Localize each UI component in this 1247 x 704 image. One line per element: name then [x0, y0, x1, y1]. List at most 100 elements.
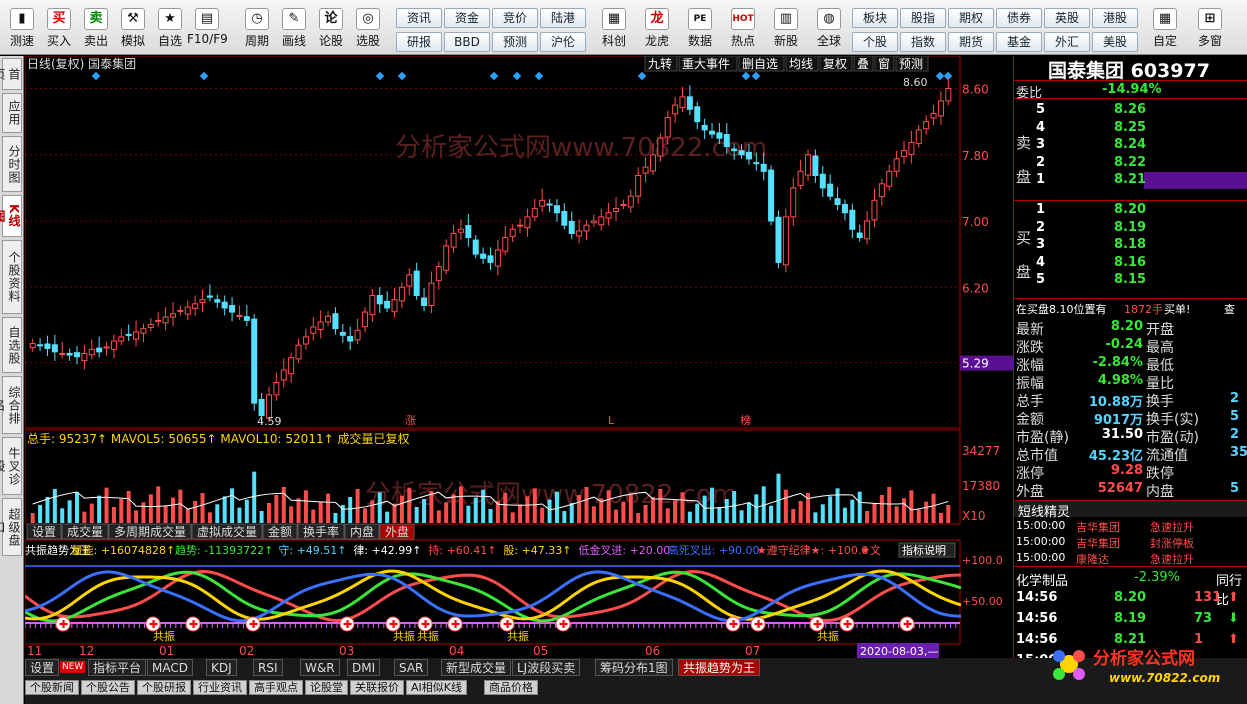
toolbar-button2-0[interactable]: ▦ 科创 — [594, 8, 634, 54]
side-tab-5[interactable]: 自选股 — [2, 317, 22, 373]
market-link-股指[interactable]: 股指 — [900, 8, 946, 28]
short-stock[interactable]: 康隆达 — [1076, 551, 1109, 567]
quick-link-竞价[interactable]: 竞价 — [492, 8, 538, 28]
volume-tab-2[interactable]: 多周期成交量 — [108, 523, 192, 540]
volume-tab-7[interactable]: 外盘 — [379, 523, 415, 540]
chart-header-button-1[interactable]: 重大事件 — [678, 56, 738, 72]
indicator-tab-5[interactable]: W&R — [300, 659, 340, 676]
volume-tab-3[interactable]: 虚拟成交量 — [191, 523, 263, 540]
toolbar-button-2[interactable]: 卖卖出 — [76, 8, 116, 54]
market-link-外汇[interactable]: 外汇 — [1044, 32, 1090, 52]
quick-link-资金[interactable]: 资金 — [444, 8, 490, 28]
toolbar-button3-0[interactable]: ▦ 自定 — [1145, 8, 1185, 54]
volume-tab-6[interactable]: 内盘 — [344, 523, 380, 540]
toolbar-button-8[interactable]: 论论股 — [311, 8, 351, 54]
chart-header-button-3[interactable]: 均线 — [785, 56, 819, 72]
side-tab-1[interactable]: 应用 — [2, 93, 22, 133]
side-tab-6[interactable]: 综合排名 — [0, 376, 22, 434]
market-link-美股[interactable]: 美股 — [1092, 32, 1138, 52]
toolbar-button-7[interactable]: ✎ 画线 — [274, 8, 314, 54]
market-link-英股[interactable]: 英股 — [1044, 8, 1090, 28]
toolbar-button3-1[interactable]: ⊞ 多窗 — [1190, 8, 1230, 54]
indicator-tab-10[interactable]: 筹码分布1图 — [595, 659, 673, 676]
indicator-tab-1[interactable]: 指标平台 — [88, 659, 147, 676]
buy-price[interactable]: 8.16 — [1114, 255, 1146, 270]
market-link-期权[interactable]: 期权 — [948, 8, 994, 28]
chart-header-button-4[interactable]: 复权 — [819, 56, 853, 72]
quick-link-研报[interactable]: 研报 — [396, 32, 442, 52]
buy-price[interactable]: 8.18 — [1114, 237, 1146, 252]
buy-price[interactable]: 8.20 — [1114, 202, 1146, 217]
indicator-tab-8[interactable]: 新型成交量 — [441, 659, 512, 676]
order-notice-link[interactable]: 查 — [1224, 301, 1235, 317]
chart-header-button-0[interactable]: 九转 — [644, 56, 678, 72]
kline-chart[interactable]: 日线(复权) 国泰集团 九转 重大事件 删自选 均线 复权叠窗预测 8.60 7.80 7.00… — [25, 56, 1035, 658]
sell-price[interactable]: 8.25 — [1114, 120, 1146, 135]
news-tab-2[interactable]: 个股研报 — [137, 680, 191, 695]
toolbar-button2-4[interactable]: ▥ 新股 — [766, 8, 806, 54]
quick-link-沪伦[interactable]: 沪伦 — [540, 32, 586, 52]
toolbar-button-1[interactable]: 买买入 — [39, 8, 79, 54]
toolbar-button2-3[interactable]: HOT 热点 — [723, 8, 763, 54]
side-tab-3[interactable]: K线图 — [0, 195, 22, 237]
news-tab-0[interactable]: 个股新闻 — [25, 680, 79, 695]
news-tab-1[interactable]: 个股公告 — [81, 680, 135, 695]
toolbar-button2-1[interactable]: 龙龙虎 — [637, 8, 677, 54]
toolbar-button-4[interactable]: ★ 自选 — [150, 8, 190, 54]
market-link-基金[interactable]: 基金 — [996, 32, 1042, 52]
buy-price[interactable]: 8.15 — [1114, 272, 1146, 287]
side-tab-7[interactable]: 牛叉诊股 — [0, 437, 22, 495]
side-tab-8[interactable]: 超级盘口 — [0, 498, 22, 556]
market-link-港股[interactable]: 港股 — [1092, 8, 1138, 28]
sell-price[interactable]: 8.26 — [1114, 102, 1146, 117]
indicator-help-button[interactable]: 指标说明 — [902, 543, 946, 557]
news-tab-8[interactable]: 商品价格 — [484, 680, 538, 695]
side-tab-0[interactable]: 首页 — [0, 58, 22, 90]
toolbar-button-3[interactable]: ⚒ 模拟 — [113, 8, 153, 54]
market-link-板块[interactable]: 板块 — [852, 8, 898, 28]
sell-price[interactable]: 8.24 — [1114, 137, 1146, 152]
quick-link-预测[interactable]: 预测 — [492, 32, 538, 52]
sector-name[interactable]: 化学制品 — [1016, 570, 1068, 589]
market-link-期货[interactable]: 期货 — [948, 32, 994, 52]
volume-tab-0[interactable]: 设置 — [26, 523, 62, 540]
short-stock[interactable]: 吉华集团 — [1076, 535, 1120, 551]
news-tab-6[interactable]: 关联报价 — [350, 680, 404, 695]
indicator-tab-3[interactable]: KDJ — [206, 659, 237, 676]
news-tab-7[interactable]: AI相似K线 — [406, 680, 467, 695]
buy-price[interactable]: 8.19 — [1114, 220, 1146, 235]
sell-price[interactable]: 8.22 — [1114, 155, 1146, 170]
short-stock[interactable]: 吉华集团 — [1076, 519, 1120, 535]
quick-link-资讯[interactable]: 资讯 — [396, 8, 442, 28]
indicator-tab-9[interactable]: LJ波段买卖 — [512, 659, 581, 676]
toolbar-button2-2[interactable]: PE 数据 — [680, 8, 720, 54]
news-tab-3[interactable]: 行业资讯 — [193, 680, 247, 695]
indicator-tab-6[interactable]: DMI — [347, 659, 381, 676]
volume-tab-1[interactable]: 成交量 — [61, 523, 109, 540]
volume-tab-4[interactable]: 金额 — [262, 523, 298, 540]
volume-tab-5[interactable]: 换手率 — [297, 523, 345, 540]
toolbar-button-0[interactable]: ▮ 测速 — [2, 8, 42, 54]
indicator-tab-7[interactable]: SAR — [394, 659, 429, 676]
chart-header-button-5[interactable]: 叠 — [853, 56, 874, 72]
indicator-tab-11[interactable]: 共振趋势为王 — [678, 659, 761, 676]
toolbar-button2-5[interactable]: ◍ 全球 — [809, 8, 849, 54]
market-link-债券[interactable]: 债券 — [996, 8, 1042, 28]
side-tab-2[interactable]: 分时图 — [2, 136, 22, 192]
quick-link-陆港[interactable]: 陆港 — [540, 8, 586, 28]
toolbar-button-9[interactable]: ◎ 选股 — [348, 8, 388, 54]
toolbar-button-5[interactable]: ▤ F10/F9 — [187, 8, 228, 54]
news-tab-5[interactable]: 论股堂 — [305, 680, 348, 695]
chart-header-button-7[interactable]: 预测 — [895, 56, 929, 72]
indicator-tab-0[interactable]: 设置 — [25, 659, 60, 676]
toolbar-button-6[interactable]: ◷ 周期 — [237, 8, 277, 54]
chart-area[interactable]: 日线(复权) 国泰集团 九转 重大事件 删自选 均线 复权叠窗预测 8.60 7.80 7.00… — [25, 56, 1035, 692]
quick-link-BBD[interactable]: BBD — [444, 32, 490, 52]
news-tab-4[interactable]: 高手观点 — [249, 680, 303, 695]
sell-price[interactable]: 8.21 — [1114, 172, 1146, 187]
market-link-个股[interactable]: 个股 — [852, 32, 898, 52]
indicator-tab-4[interactable]: RSI — [253, 659, 283, 676]
market-link-指数[interactable]: 指数 — [900, 32, 946, 52]
side-tab-4[interactable]: 个股资料 — [2, 240, 22, 314]
indicator-tab-2[interactable]: MACD — [147, 659, 193, 676]
